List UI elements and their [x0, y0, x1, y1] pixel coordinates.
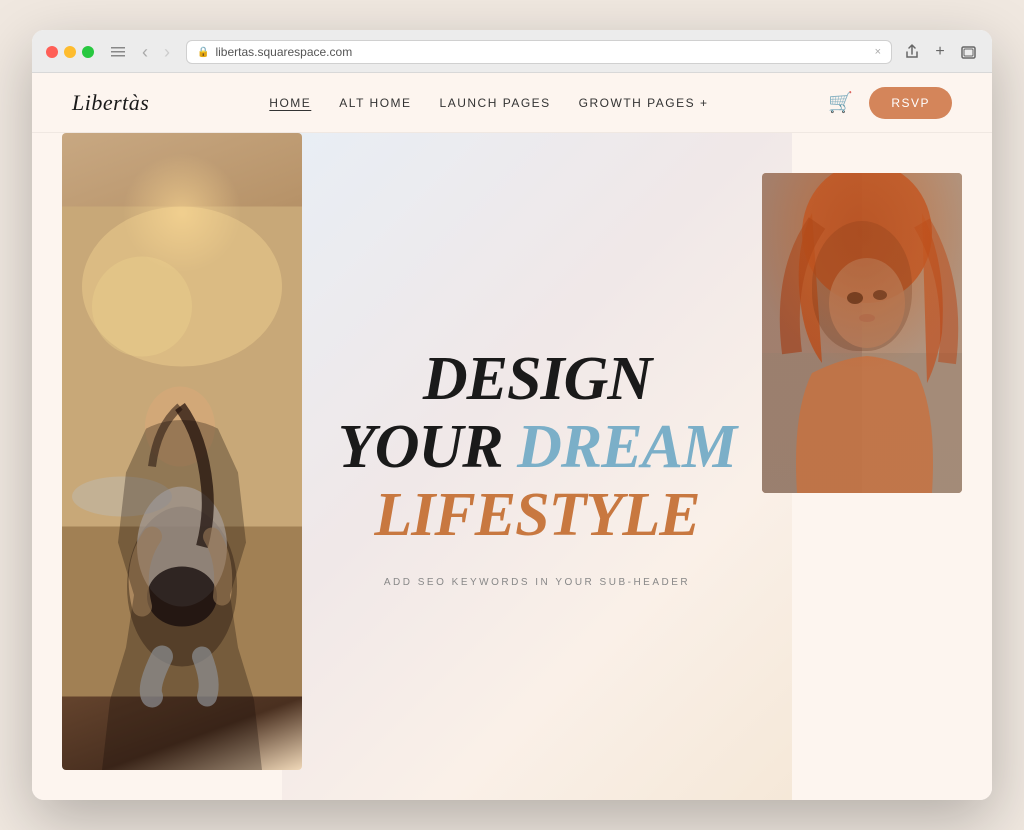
close-traffic-light[interactable] — [46, 46, 58, 58]
headline-lifestyle: LIFESTYLE — [338, 481, 736, 549]
site-logo: Libertàs — [72, 90, 149, 116]
window-controls — [110, 44, 126, 60]
lock-icon: 🔒 — [197, 47, 209, 58]
nav-launch-pages[interactable]: LAUNCH PAGES — [440, 96, 551, 110]
nav-home[interactable]: HOME — [269, 96, 311, 110]
address-bar[interactable]: 🔒 libertas.squarespace.com × — [186, 40, 892, 64]
hero-headline: DESIGN YOUR DREAM LIFESTYLE — [338, 345, 736, 550]
traffic-lights — [46, 46, 94, 58]
tabs-overview-button[interactable] — [958, 42, 978, 62]
browser-actions: + — [902, 42, 978, 62]
headline-your: YOUR — [338, 413, 517, 481]
browser-window: ‹ › 🔒 libertas.squarespace.com × + — [32, 30, 992, 800]
headline-design: DESIGN — [338, 345, 736, 413]
forward-button[interactable]: › — [158, 43, 176, 61]
url-text: libertas.squarespace.com — [215, 45, 352, 59]
maximize-traffic-light[interactable] — [82, 46, 94, 58]
browser-chrome: ‹ › 🔒 libertas.squarespace.com × + — [32, 30, 992, 73]
new-tab-button[interactable]: + — [930, 42, 950, 62]
rsvp-button[interactable]: RSVP — [869, 87, 952, 119]
share-button[interactable] — [902, 42, 922, 62]
headline-dream: DREAM — [517, 413, 736, 481]
cart-icon[interactable]: 🛒 — [828, 90, 853, 115]
tab-close-button[interactable]: × — [875, 46, 881, 58]
nav-alt-home[interactable]: ALT HOME — [339, 96, 411, 110]
site-header: Libertàs HOME ALT HOME LAUNCH PAGES GROW… — [32, 73, 992, 133]
hero-center: DESIGN YOUR DREAM LIFESTYLE ADD SEO KEYW… — [282, 133, 792, 800]
website-content: Libertàs HOME ALT HOME LAUNCH PAGES GROW… — [32, 73, 992, 800]
right-photo — [762, 173, 962, 493]
hero-subheader: ADD SEO KEYWORDS IN YOUR SUB-HEADER — [384, 577, 690, 588]
minimize-traffic-light[interactable] — [64, 46, 76, 58]
site-nav: HOME ALT HOME LAUNCH PAGES GROWTH PAGES — [269, 96, 708, 110]
headline-your-dream: YOUR DREAM — [338, 413, 736, 481]
nav-growth-pages[interactable]: GROWTH PAGES — [579, 96, 709, 110]
back-button[interactable]: ‹ — [136, 43, 154, 61]
header-actions: 🛒 RSVP — [828, 87, 952, 119]
sidebar-toggle-button[interactable] — [110, 44, 126, 60]
left-photo — [62, 133, 302, 770]
nav-arrows: ‹ › — [136, 43, 176, 61]
hero-section: DESIGN YOUR DREAM LIFESTYLE ADD SEO KEYW… — [32, 133, 992, 800]
